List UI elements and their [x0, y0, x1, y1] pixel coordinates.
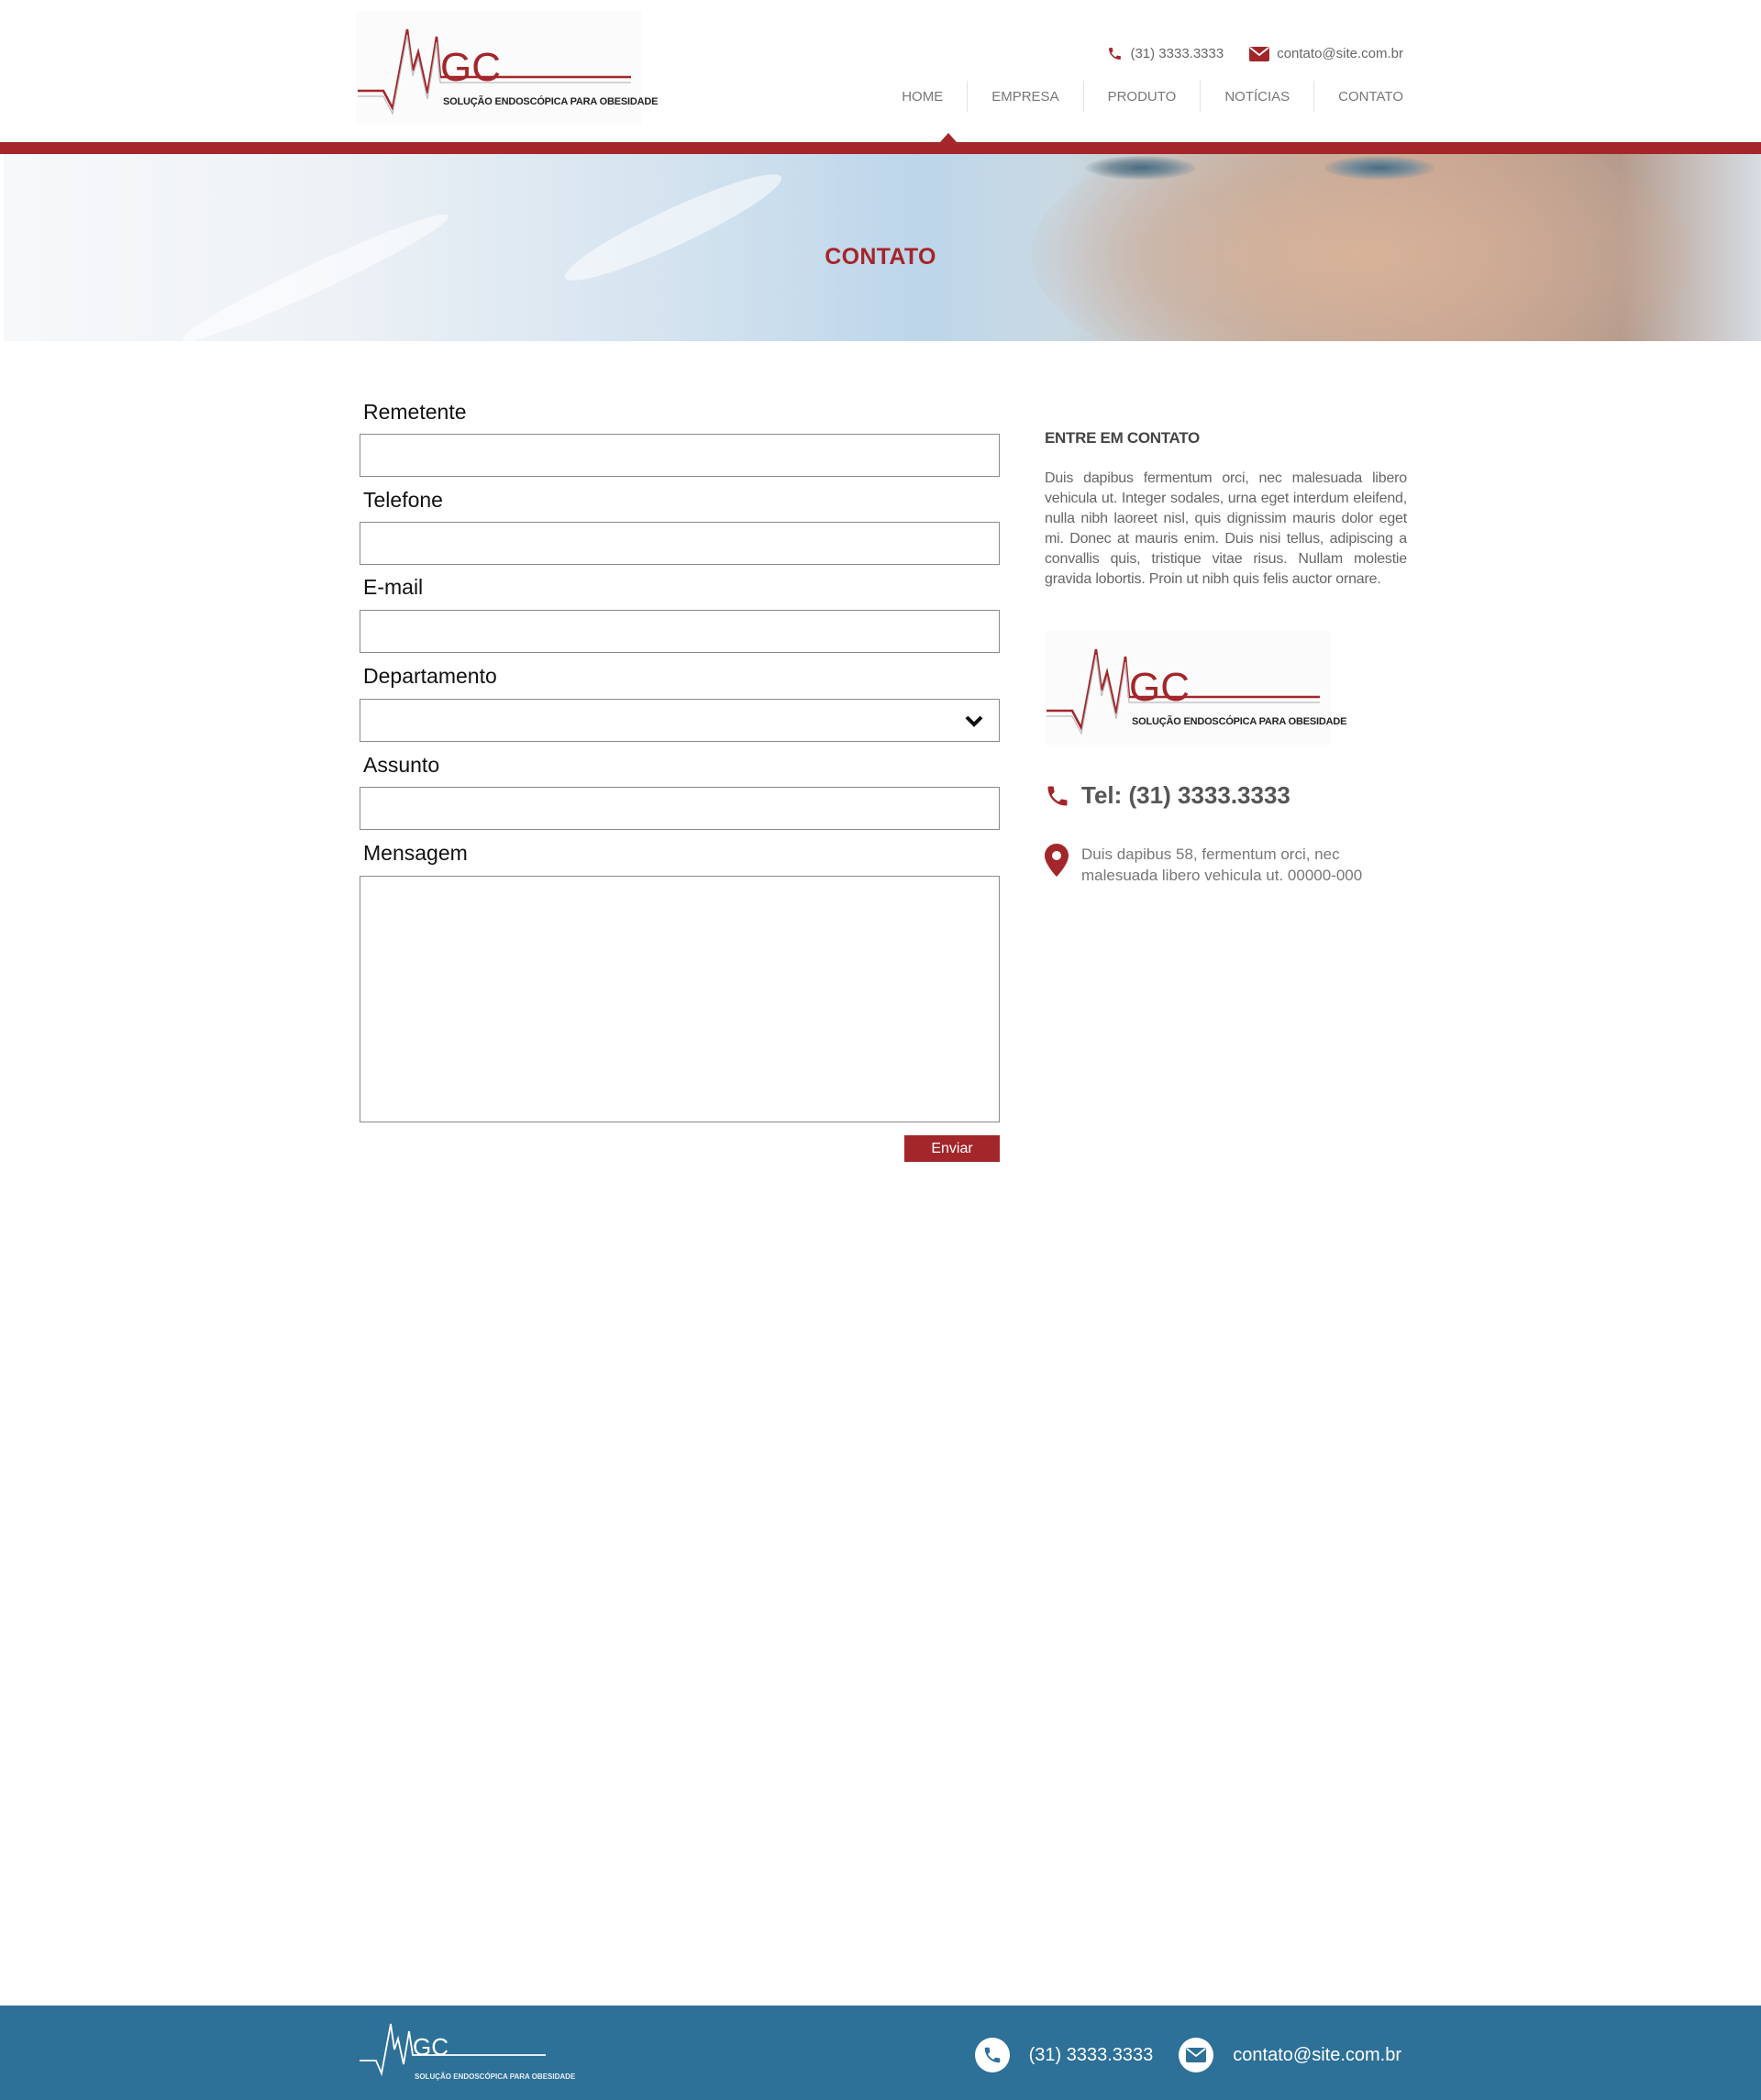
- email-input[interactable]: [360, 610, 1000, 653]
- phone-icon: [974, 2038, 1010, 2072]
- footer-logo[interactable]: GC SOLUÇÃO ENDOSCÓPICA PARA OBESIDADE: [358, 2018, 575, 2087]
- mail-icon: [1179, 2038, 1214, 2072]
- sidebar-phone-text: Tel: (31) 3333.3333: [1081, 781, 1290, 809]
- banner-eye-right: [1324, 156, 1434, 180]
- location-pin-icon: [1045, 844, 1069, 877]
- site-header: GC SOLUÇÃO ENDOSCÓPICA PARA OBESIDADE (3…: [0, 0, 1761, 142]
- header-accent-bar: [0, 142, 1761, 154]
- nav-item-empresa[interactable]: EMPRESA: [967, 81, 1082, 112]
- footer-phone[interactable]: (31) 3333.3333: [974, 2038, 1154, 2072]
- nav-item-produto[interactable]: PRODUTO: [1082, 81, 1201, 112]
- mensagem-label: Mensagem: [363, 841, 468, 865]
- header-email-text: contato@site.com.br: [1277, 46, 1403, 61]
- telefone-input[interactable]: [360, 522, 1000, 565]
- nav-item-noticias[interactable]: NOTÍCIAS: [1200, 81, 1313, 112]
- logo-text: GC: [413, 2033, 449, 2061]
- footer-email-text: contato@site.com.br: [1233, 2044, 1401, 2065]
- telefone-label: Telefone: [363, 488, 443, 512]
- send-button[interactable]: Enviar: [904, 1135, 1000, 1162]
- sidebar-address: Duis dapibus 58, fermentum orci, nec mal…: [1045, 844, 1412, 886]
- departamento-label: Departamento: [363, 664, 497, 688]
- main-nav: HOME EMPRESA PRODUTO NOTÍCIAS CONTATO: [878, 81, 1403, 112]
- contact-sidebar: ENTRE EM CONTATO Duis dapibus fermentum …: [1045, 429, 1407, 884]
- logo-tagline: SOLUÇÃO ENDOSCÓPICA PARA OBESIDADE: [1132, 716, 1347, 727]
- banner-light-streak: [557, 160, 790, 295]
- footer-phone-text: (31) 3333.3333: [1028, 2044, 1154, 2065]
- banner-light-streak: [176, 203, 455, 341]
- sidebar-text: Duis dapibus fermentum orci, nec malesua…: [1045, 470, 1407, 587]
- logo-graphic: GC: [1047, 648, 1320, 735]
- header-phone-text: (31) 3333.3333: [1130, 46, 1224, 61]
- email-label: E-mail: [363, 575, 424, 599]
- footer-email[interactable]: contato@site.com.br: [1179, 2038, 1401, 2072]
- mensagem-textarea[interactable]: [360, 876, 1000, 1122]
- remetente-input[interactable]: [360, 434, 1000, 477]
- site-logo[interactable]: GC SOLUÇÃO ENDOSCÓPICA PARA OBESIDADE: [356, 11, 658, 125]
- logo-text: GC: [1129, 665, 1190, 710]
- phone-icon: [1109, 48, 1122, 60]
- site-footer: GC SOLUÇÃO ENDOSCÓPICA PARA OBESIDADE (3…: [0, 2006, 1761, 2100]
- mail-icon: [1249, 46, 1270, 61]
- banner-eye-left: [1086, 156, 1196, 180]
- nav-item-home[interactable]: HOME: [878, 81, 967, 112]
- sidebar-phone[interactable]: Tel: (31) 3333.3333: [1045, 781, 1290, 810]
- header-phone[interactable]: (31) 3333.3333: [1107, 46, 1224, 61]
- page-title: CONTATO: [825, 244, 936, 270]
- sidebar-address-text: Duis dapibus 58, fermentum orci, nec mal…: [1081, 846, 1363, 884]
- phone-icon: [1047, 786, 1068, 805]
- chevron-down-icon: [965, 715, 983, 727]
- departamento-select[interactable]: [360, 699, 1000, 742]
- footer-contacts: (31) 3333.3333 contato@site.com.br: [974, 2038, 1401, 2072]
- header-email[interactable]: contato@site.com.br: [1249, 46, 1403, 61]
- remetente-label: Remetente: [363, 400, 467, 424]
- footer-logo-tagline: SOLUÇÃO ENDOSCÓPICA PARA OBESIDADE: [415, 2072, 576, 2081]
- assunto-input[interactable]: [360, 787, 1000, 830]
- sidebar-title: ENTRE EM CONTATO: [1045, 429, 1200, 447]
- logo-text: GC: [440, 45, 501, 90]
- logo-tagline: SOLUÇÃO ENDOSCÓPICA PARA OBESIDADE: [443, 96, 659, 107]
- logo-graphic: GC: [358, 28, 631, 116]
- header-contacts: (31) 3333.3333 contato@site.com.br: [1107, 46, 1403, 61]
- nav-item-contato[interactable]: CONTATO: [1313, 81, 1403, 112]
- assunto-label: Assunto: [363, 753, 440, 777]
- nav-active-indicator: [940, 133, 957, 142]
- sidebar-logo: GC SOLUÇÃO ENDOSCÓPICA PARA OBESIDADE: [1045, 631, 1346, 745]
